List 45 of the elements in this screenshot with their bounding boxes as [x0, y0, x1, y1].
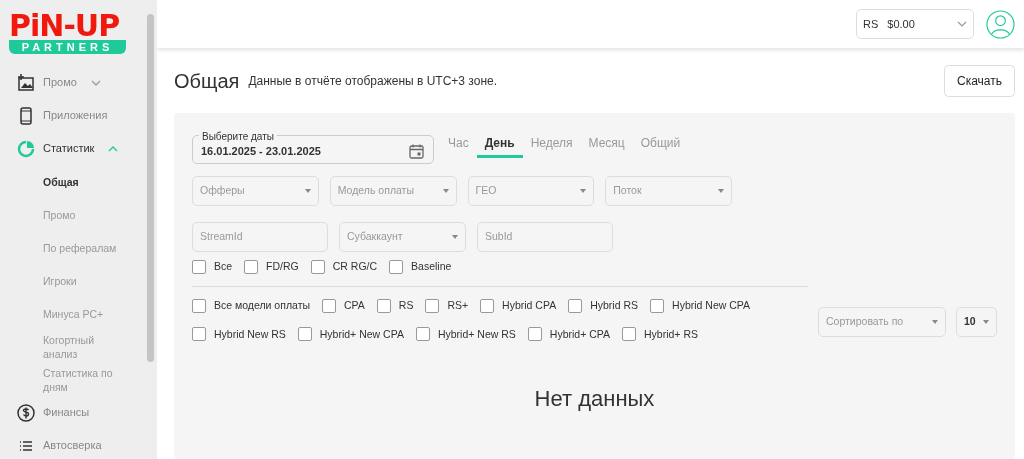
checkbox[interactable]: Все	[192, 259, 233, 275]
pie-chart-icon	[16, 138, 36, 159]
checkbox[interactable]: RS+	[425, 297, 469, 314]
checkbox[interactable]: Hybrid New CPA	[650, 297, 751, 314]
calendar-icon[interactable]	[408, 143, 425, 160]
caret-icon	[718, 189, 724, 193]
checkbox[interactable]: Hybrid+ CPA	[527, 326, 610, 343]
logo-text: PiN-UP	[9, 12, 121, 40]
checkbox[interactable]: RS	[376, 297, 414, 314]
checkbox[interactable]: FD/RG	[244, 259, 299, 275]
caret-icon	[932, 319, 938, 324]
empty-message: Нет данных	[533, 385, 656, 414]
caret-icon	[304, 189, 311, 193]
dollar-icon	[16, 402, 36, 423]
logo-subtitle: PARTNERS	[9, 40, 126, 54]
caret-icon	[452, 235, 458, 239]
timezone-note: Данные в отчёте отображены в UTC+3 зоне.	[248, 72, 498, 90]
checkbox[interactable]: Hybrid+ New RS	[415, 326, 516, 343]
checkbox[interactable]: Hybrid+ New CPA	[297, 326, 404, 343]
page-size-select[interactable]: 10	[956, 306, 997, 337]
field-label: Выберите даты	[199, 129, 277, 144]
checkbox[interactable]: Hybrid+ RS	[622, 326, 698, 343]
checkbox[interactable]: Hybrid RS	[568, 297, 639, 314]
checkbox[interactable]: Все модели оплаты	[192, 297, 310, 314]
submenu-item[interactable]: Общая	[0, 165, 120, 198]
date-range-value: 16.01.2025 - 23.01.2025	[201, 144, 321, 160]
checkbox[interactable]: CPA	[322, 297, 365, 314]
caret-icon	[983, 319, 989, 324]
avatar-icon[interactable]	[986, 9, 1015, 39]
currency-label: RS	[863, 16, 879, 32]
download-button[interactable]: Скачать	[944, 64, 1015, 97]
caret-icon	[442, 189, 449, 193]
scrollbar[interactable]	[147, 14, 154, 362]
sidebar-item[interactable]: Статистик	[0, 132, 157, 165]
checkbox[interactable]: Baseline	[389, 259, 452, 275]
page-title: Общая	[174, 68, 240, 93]
checkbox[interactable]: Hybrid New RS	[192, 326, 286, 343]
checkbox[interactable]: Hybrid CPA	[480, 297, 557, 314]
caret-icon	[580, 189, 587, 193]
period-tab[interactable]: День	[476, 134, 523, 158]
image-plus-icon	[16, 72, 36, 93]
checkbox[interactable]: CR RG/C	[310, 259, 378, 275]
balance-amount: $0.00	[887, 16, 915, 32]
chevron-down-icon	[957, 19, 967, 29]
balance-select[interactable]: RS $0.00	[856, 9, 974, 39]
